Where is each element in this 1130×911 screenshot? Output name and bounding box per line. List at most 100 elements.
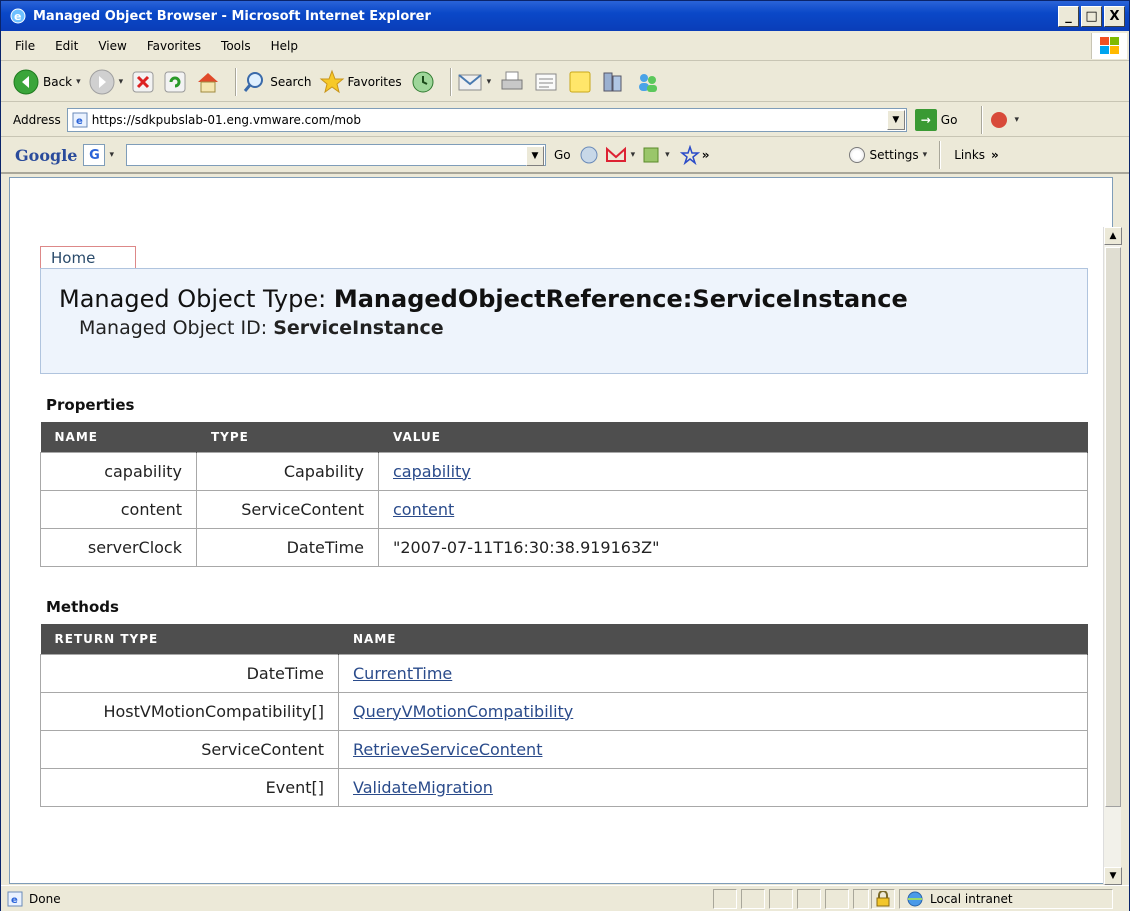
forward-arrow-icon xyxy=(89,69,115,94)
lock-panel xyxy=(871,889,895,909)
status-panel xyxy=(797,889,821,909)
scroll-thumb[interactable] xyxy=(1105,247,1121,807)
search-button[interactable]: Search xyxy=(242,70,311,94)
menu-help[interactable]: Help xyxy=(271,39,298,53)
close-button[interactable]: X xyxy=(1104,6,1125,27)
chevron-down-icon[interactable]: ▾ xyxy=(109,150,114,160)
chevron-down-icon[interactable]: ▾ xyxy=(1014,115,1019,125)
column-header-name: NAME xyxy=(40,422,197,452)
address-dropdown-icon[interactable]: ▼ xyxy=(886,109,905,130)
method-name-cell: QueryVMotionCompatibility xyxy=(338,691,1088,731)
status-text: Done xyxy=(29,891,61,906)
menu-tools[interactable]: Tools xyxy=(221,39,251,53)
home-link[interactable]: Home xyxy=(40,246,136,268)
method-link[interactable]: RetrieveServiceContent xyxy=(353,740,542,759)
history-button[interactable] xyxy=(410,69,436,95)
menu-view[interactable]: View xyxy=(98,39,126,53)
column-header-type: TYPE xyxy=(196,422,379,452)
settings-button[interactable]: Settings ▾ xyxy=(849,147,927,163)
properties-table: NAME TYPE VALUE capability Capability ca… xyxy=(40,422,1088,567)
method-return-type: DateTime xyxy=(40,653,339,693)
google-g-button[interactable]: G xyxy=(83,144,106,166)
chevron-down-icon[interactable]: ▾ xyxy=(76,77,81,87)
links-button[interactable]: Links » xyxy=(954,148,999,162)
chevron-down-icon[interactable]: ▾ xyxy=(119,77,124,87)
address-input[interactable]: e https://sdkpubslab-01.eng.vmware.com/m… xyxy=(66,107,907,132)
google-toolbar-buttons[interactable]: ▾ ▾ » xyxy=(579,145,710,165)
forward-button[interactable]: ▾ xyxy=(89,69,124,95)
google-go-button[interactable]: Go xyxy=(554,148,571,162)
menu-file[interactable]: File xyxy=(15,39,35,53)
bookmark-star-icon xyxy=(679,145,700,165)
google-search-dropdown-icon[interactable]: ▼ xyxy=(525,146,544,166)
links-more-icon: » xyxy=(991,148,999,162)
chevron-down-icon[interactable]: ▾ xyxy=(487,77,492,87)
windows-logo-icon xyxy=(1091,33,1127,59)
property-value-link[interactable]: content xyxy=(393,500,454,519)
research-button[interactable] xyxy=(601,70,627,94)
messenger-button[interactable] xyxy=(635,70,661,94)
back-button[interactable]: Back ▾ xyxy=(13,69,81,95)
google-toolbar: Google G ▾ ▼ Go ▾ ▾ » Settings ▾ Links » xyxy=(1,138,1129,174)
property-value-cell: capability xyxy=(378,451,1088,491)
refresh-button[interactable] xyxy=(163,70,187,94)
more-chevron-icon[interactable]: » xyxy=(702,148,710,162)
table-header-row: NAME TYPE VALUE xyxy=(40,422,1088,452)
property-type: Capability xyxy=(196,451,379,491)
chevron-down-icon[interactable]: ▾ xyxy=(631,150,636,160)
back-arrow-icon xyxy=(13,69,39,94)
menu-favorites[interactable]: Favorites xyxy=(147,39,201,53)
stop-button[interactable] xyxy=(131,70,155,94)
scroll-up-icon[interactable]: ▲ xyxy=(1104,227,1122,245)
sticky-note-icon xyxy=(569,71,591,92)
menu-edit[interactable]: Edit xyxy=(55,39,78,53)
google-logo[interactable]: Google xyxy=(15,146,77,165)
table-row: Event[] ValidateMigration xyxy=(40,767,1088,807)
title-bar: e Managed Object Browser - Microsoft Int… xyxy=(1,1,1129,31)
favorites-button[interactable]: Favorites xyxy=(319,69,402,95)
object-header: Managed Object Type: ManagedObjectRefere… xyxy=(40,268,1088,374)
table-row: DateTime CurrentTime xyxy=(40,653,1088,693)
print-icon xyxy=(501,71,523,89)
chevron-down-icon[interactable]: ▾ xyxy=(665,150,670,160)
menu-bar: File Edit View Favorites Tools Help xyxy=(1,31,1129,61)
page-content: Home Managed Object Type: ManagedObjectR… xyxy=(9,177,1113,884)
mail-button[interactable]: ▾ xyxy=(457,70,492,94)
property-name: serverClock xyxy=(40,527,197,567)
print-button[interactable] xyxy=(499,70,525,94)
property-name: capability xyxy=(40,451,197,491)
maximize-button[interactable]: □ xyxy=(1081,6,1102,27)
scroll-down-icon[interactable]: ▼ xyxy=(1104,867,1122,885)
method-link[interactable]: ValidateMigration xyxy=(353,778,493,797)
links-label: Links xyxy=(954,148,986,162)
svg-text:e: e xyxy=(14,10,21,23)
property-type: ServiceContent xyxy=(196,489,379,529)
google-search-input[interactable]: ▼ xyxy=(125,144,546,166)
go-label: Go xyxy=(940,112,958,127)
zone-label: Local intranet xyxy=(930,892,1013,906)
svg-text:e: e xyxy=(11,895,18,906)
notes-button[interactable] xyxy=(567,70,593,94)
method-return-type: ServiceContent xyxy=(40,729,339,769)
translate-button[interactable]: ▾ xyxy=(988,110,1019,130)
go-button[interactable]: → Go xyxy=(914,108,958,131)
method-link[interactable]: QueryVMotionCompatibility xyxy=(353,702,573,721)
search-label: Search xyxy=(270,74,312,89)
status-panel xyxy=(853,889,869,909)
methods-title: Methods xyxy=(46,598,119,616)
ie-page-icon: e xyxy=(72,112,88,127)
property-value: "2007-07-11T16:30:38.919163Z" xyxy=(378,527,1088,567)
property-value-link[interactable]: capability xyxy=(393,462,471,481)
gmail-icon xyxy=(605,146,626,162)
home-icon xyxy=(198,72,219,92)
toolbar-separator xyxy=(981,105,983,134)
minimize-button[interactable]: _ xyxy=(1058,6,1079,27)
vertical-scrollbar[interactable]: ▲ ▼ xyxy=(1103,227,1122,885)
pagerank-icon xyxy=(580,146,598,164)
refresh-icon xyxy=(164,71,186,92)
method-link[interactable]: CurrentTime xyxy=(353,664,452,683)
managed-object-id: Managed Object ID: ServiceInstance xyxy=(79,317,444,339)
home-button[interactable] xyxy=(195,70,221,94)
local-intranet-icon xyxy=(907,891,923,907)
edit-button[interactable] xyxy=(533,70,559,94)
